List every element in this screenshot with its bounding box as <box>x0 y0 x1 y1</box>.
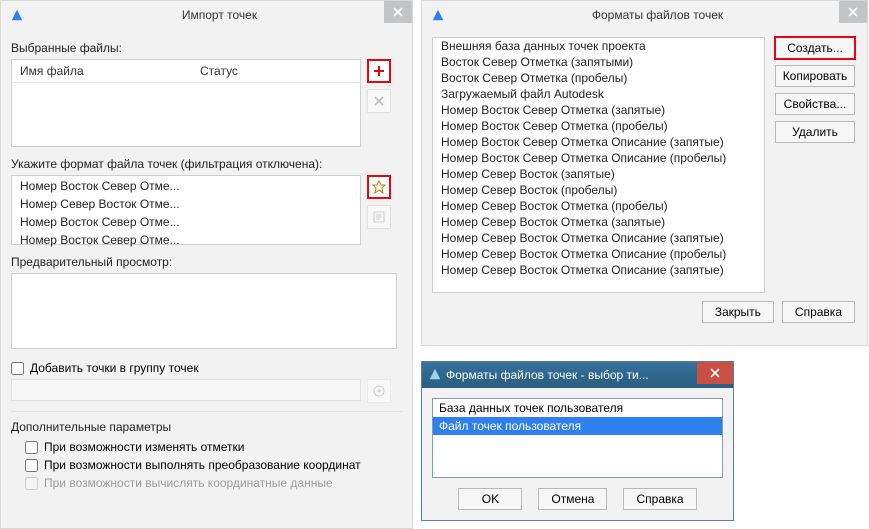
cancel-button[interactable]: Отмена <box>538 488 607 510</box>
list-item[interactable]: База данных точек пользователя <box>433 399 722 417</box>
col-filename[interactable]: Имя файла <box>12 60 192 82</box>
transform-coord-checkbox[interactable] <box>25 459 38 472</box>
pick-group-button[interactable] <box>367 379 391 403</box>
type-chooser-dialog: Форматы файлов точек - выбор ти... База … <box>421 361 734 521</box>
help-button[interactable]: Справка <box>623 488 696 510</box>
app-icon <box>428 367 442 384</box>
formats-list[interactable]: Номер Восток Север Отме... Номер Север В… <box>11 175 361 245</box>
calc-coord-label: При возможности вычислять координатные д… <box>44 476 333 490</box>
files-list[interactable]: Имя файла Статус <box>11 59 361 147</box>
close-button[interactable] <box>697 362 733 384</box>
files-list-header: Имя файла Статус <box>12 60 360 83</box>
dialog-title: Форматы файлов точек - выбор ти... <box>442 368 727 382</box>
list-item[interactable]: Восток Север Отметка (пробелы) <box>433 70 764 86</box>
properties-button[interactable]: Свойства... <box>775 93 855 115</box>
list-item[interactable]: Номер Восток Север Отме... <box>12 231 360 249</box>
create-button[interactable]: Создать... <box>775 37 855 59</box>
formats-full-list[interactable]: Внешняя база данных точек проекта Восток… <box>432 37 765 293</box>
list-item[interactable]: Номер Север Восток Отметка (пробелы) <box>433 198 764 214</box>
list-item[interactable]: Номер Север Восток (пробелы) <box>433 182 764 198</box>
change-elev-label: При возможности изменять отметки <box>44 440 244 454</box>
list-item[interactable]: Номер Восток Север Отметка (запятые) <box>433 102 764 118</box>
list-item[interactable]: Восток Север Отметка (запятыми) <box>433 54 764 70</box>
formats-dialog: Форматы файлов точек Внешняя база данных… <box>421 0 868 346</box>
title-bar: Форматы файлов точек - выбор ти... <box>422 362 733 388</box>
remove-file-button[interactable] <box>367 89 391 113</box>
format-label: Укажите формат файла точек (фильтрация о… <box>11 157 402 171</box>
list-item[interactable]: Номер Восток Север Отме... <box>12 213 360 231</box>
list-item[interactable]: Номер Север Восток Отметка Описание (зап… <box>433 262 764 278</box>
list-item[interactable]: Номер Север Восток (запятые) <box>433 166 764 182</box>
add-to-group-label: Добавить точки в группу точек <box>30 361 199 375</box>
delete-button[interactable]: Удалить <box>775 121 855 143</box>
import-points-dialog: Импорт точек Выбранные файлы: Имя файла … <box>0 0 413 529</box>
advanced-label: Дополнительные параметры <box>11 420 402 434</box>
title-bar: Форматы файлов точек <box>422 1 867 29</box>
close-button[interactable] <box>839 1 867 23</box>
list-item[interactable]: Номер Север Восток Отме... <box>12 195 360 213</box>
list-item[interactable]: Номер Восток Север Отметка Описание (зап… <box>433 134 764 150</box>
copy-button[interactable]: Копировать <box>775 65 855 87</box>
dialog-title: Импорт точек <box>27 8 412 22</box>
list-item[interactable]: Номер Восток Север Отметка Описание (про… <box>433 150 764 166</box>
add-to-group-checkbox[interactable] <box>11 362 24 375</box>
list-item[interactable]: Номер Восток Север Отметка (пробелы) <box>433 118 764 134</box>
list-item-selected[interactable]: Файл точек пользователя <box>433 417 722 435</box>
list-item[interactable]: Номер Север Восток Отметка Описание (про… <box>433 246 764 262</box>
app-icon <box>7 5 27 25</box>
calc-coord-checkbox <box>25 477 38 490</box>
manage-formats-button[interactable] <box>367 175 391 199</box>
transform-coord-label: При возможности выполнять преобразование… <box>44 458 361 472</box>
dialog-title: Форматы файлов точек <box>448 8 867 22</box>
type-list[interactable]: База данных точек пользователя Файл точе… <box>432 398 723 478</box>
list-item[interactable]: Номер Север Восток Отметка (запятые) <box>433 214 764 230</box>
col-status[interactable]: Статус <box>192 60 246 82</box>
close-dialog-button[interactable]: Закрыть <box>702 301 774 323</box>
list-item[interactable]: Внешняя база данных точек проекта <box>433 38 764 54</box>
list-item[interactable]: Номер Север Восток Отметка Описание (зап… <box>433 230 764 246</box>
selected-files-label: Выбранные файлы: <box>11 41 402 55</box>
list-item[interactable]: Номер Восток Север Отме... <box>12 177 360 195</box>
app-icon <box>428 5 448 25</box>
list-item[interactable]: Загружаемый файл Autodesk <box>433 86 764 102</box>
preview-label: Предварительный просмотр: <box>11 255 402 269</box>
help-button[interactable]: Справка <box>782 301 855 323</box>
change-elev-checkbox[interactable] <box>25 441 38 454</box>
title-bar: Импорт точек <box>1 1 412 29</box>
add-file-button[interactable] <box>367 59 391 83</box>
format-options-button[interactable] <box>367 205 391 229</box>
group-dropdown[interactable] <box>11 379 361 401</box>
preview-box <box>11 273 397 349</box>
ok-button[interactable]: OK <box>458 488 522 510</box>
close-button[interactable] <box>384 1 412 23</box>
